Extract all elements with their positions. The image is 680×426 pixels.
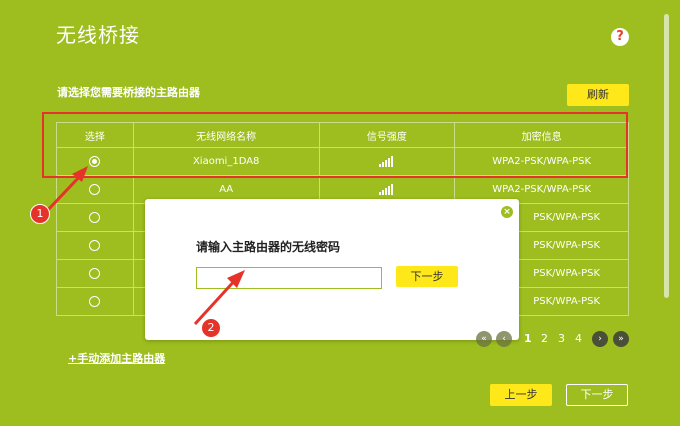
prev-step-button[interactable]: 上一步	[490, 384, 552, 406]
section-subtitle: 请选择您需要桥接的主路由器	[57, 86, 200, 99]
radio-button[interactable]	[89, 239, 101, 251]
dialog-title: 请输入主路由器的无线密码	[196, 240, 341, 254]
page-link-3[interactable]: 3	[558, 332, 565, 345]
next-page-icon[interactable]: ›	[592, 331, 608, 347]
radio-button[interactable]	[89, 267, 101, 279]
next-step-button[interactable]: 下一步	[566, 384, 628, 406]
help-icon[interactable]: ?	[611, 28, 629, 46]
annotation-badge-1: 1	[30, 204, 50, 224]
dialog-next-button[interactable]: 下一步	[396, 266, 458, 287]
page-link-1[interactable]: 1	[524, 332, 532, 345]
scrollbar[interactable]	[664, 14, 669, 298]
page-title: 无线桥接	[56, 23, 140, 47]
close-icon[interactable]: ×	[501, 206, 513, 218]
signal-strength-icon	[379, 183, 394, 195]
page-link-4[interactable]: 4	[575, 332, 582, 345]
highlight-box	[42, 112, 628, 178]
first-page-icon[interactable]: «	[476, 331, 492, 347]
annotation-arrow-2	[193, 270, 245, 326]
prev-page-icon[interactable]: ‹	[496, 331, 512, 347]
add-router-manually-link[interactable]: +手动添加主路由器	[68, 350, 165, 366]
refresh-button[interactable]: 刷新	[567, 84, 629, 106]
last-page-icon[interactable]: »	[613, 331, 629, 347]
annotation-badge-2: 2	[201, 318, 221, 338]
page-link-2[interactable]: 2	[541, 332, 548, 345]
radio-button[interactable]	[89, 295, 101, 307]
